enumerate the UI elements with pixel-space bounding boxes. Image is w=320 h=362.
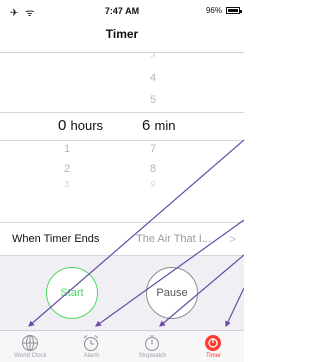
tab-alarm[interactable]: Alarm [61, 331, 122, 362]
tab-world-clock[interactable]: World Clock [0, 331, 61, 362]
battery-indicator: 96% [205, 6, 242, 15]
minute-option[interactable]: 9 [144, 180, 162, 189]
duration-picker[interactable]: 3 4 5 0 hours 6 min 1 2 3 7 8 9 [0, 51, 244, 218]
tab-label: Alarm [83, 353, 100, 359]
minute-option[interactable]: 4 [144, 72, 162, 84]
timer-sound-value: The Air That I... [136, 233, 211, 245]
hour-option[interactable]: 1 [58, 143, 76, 155]
minutes-unit: min [154, 118, 176, 133]
minute-option[interactable]: 8 [144, 163, 162, 175]
tab-label: World Clock [14, 353, 47, 359]
timer-controls: Start Pause [0, 256, 244, 330]
tab-stopwatch[interactable]: Stopwatch [122, 331, 183, 362]
picker-selection-line-bottom [0, 140, 244, 141]
globe-icon [22, 335, 38, 351]
minutes-value: 6 [142, 117, 151, 134]
pause-button[interactable]: Pause [146, 267, 198, 319]
minute-option[interactable]: 7 [144, 143, 162, 155]
minute-option[interactable]: 5 [144, 94, 162, 106]
page-title: Timer [105, 27, 139, 41]
picker-selection-line-top [0, 112, 244, 113]
when-timer-ends-row[interactable]: When Timer Ends The Air That I... > [0, 222, 244, 256]
tab-bar: World Clock Alarm Stopwatch Timer [0, 330, 244, 362]
timer-icon [205, 335, 221, 351]
when-timer-ends-label: When Timer Ends [12, 233, 100, 245]
stopwatch-icon [145, 335, 159, 351]
hours-value: 0 [58, 117, 67, 134]
chevron-right-icon: > [228, 232, 236, 246]
hours-selected[interactable]: 0 hours [58, 117, 103, 134]
hours-unit: hours [70, 118, 104, 133]
start-button[interactable]: Start [46, 267, 98, 319]
minutes-selected[interactable]: 6 min [142, 117, 175, 134]
battery-percent: 96% [205, 6, 222, 15]
battery-icon [226, 7, 242, 14]
tab-label: Stopwatch [138, 353, 167, 359]
hour-option[interactable]: 3 [58, 180, 76, 189]
alarm-clock-icon [83, 335, 99, 351]
status-bar: ✈ ᯤ 7:47 AM 96% [0, 0, 244, 20]
tab-label: Timer [205, 353, 222, 359]
hour-option[interactable]: 2 [58, 163, 76, 175]
minute-option[interactable]: 3 [144, 51, 162, 60]
tab-timer[interactable]: Timer [183, 331, 244, 362]
